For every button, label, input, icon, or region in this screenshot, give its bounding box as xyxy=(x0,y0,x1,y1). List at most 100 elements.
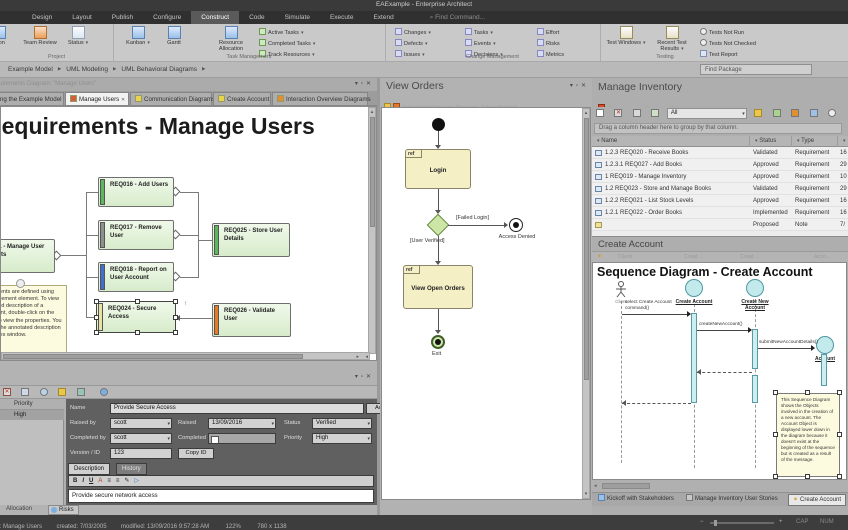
checkbox[interactable] xyxy=(211,436,219,444)
selection-handle[interactable] xyxy=(805,474,810,479)
selection-handle[interactable] xyxy=(135,330,140,335)
initial-node[interactable] xyxy=(432,118,445,131)
column-header-type[interactable]: ▾ Type xyxy=(792,136,838,147)
selection-handle[interactable] xyxy=(94,330,99,335)
actor-icon[interactable] xyxy=(615,281,627,298)
manage-users-diagram-canvas[interactable]: Requirements - Manage Users ↑ REQ01 xyxy=(0,106,377,361)
vertical-scrollbar[interactable]: ▴ ▾ xyxy=(582,108,590,499)
completed-checkbox-field[interactable] xyxy=(208,433,276,444)
completed-by-select[interactable]: scott▾ xyxy=(110,433,172,444)
list-row-high[interactable]: High xyxy=(0,410,64,420)
login-interaction-ref[interactable]: ref Login xyxy=(405,149,471,189)
close-icon[interactable]: ✕ xyxy=(121,97,125,103)
priority-select[interactable]: High▾ xyxy=(312,433,372,444)
table-row[interactable]: 1.2.3 REQ020 - Receive BooksValidatedReq… xyxy=(592,147,848,159)
scrollbar-thumb[interactable] xyxy=(3,354,303,359)
effort-button[interactable]: Effort xyxy=(537,28,559,38)
table-row[interactable]: 1.2.3.1 REQ027 - Add BooksApprovedRequir… xyxy=(592,159,848,171)
ribbon-tab-extend[interactable]: Extend xyxy=(363,11,403,24)
package-icon[interactable] xyxy=(754,109,762,117)
raised-by-select[interactable]: scott▾ xyxy=(110,418,172,429)
list-column-header[interactable]: Priority xyxy=(0,399,64,410)
selection-handle[interactable] xyxy=(94,299,99,304)
flag-icon[interactable] xyxy=(791,109,799,117)
ribbon-tab-layout[interactable]: Layout xyxy=(62,11,102,24)
create-account-object[interactable] xyxy=(685,279,703,297)
globe-icon[interactable] xyxy=(40,388,48,396)
ribbon-tab-execute[interactable]: Execute xyxy=(320,11,364,24)
exit-final-node[interactable] xyxy=(431,335,445,349)
scrollbar-thumb[interactable] xyxy=(602,483,650,489)
selection-handle[interactable] xyxy=(773,390,778,395)
selection-handle[interactable] xyxy=(805,390,810,395)
search-icon[interactable] xyxy=(828,109,836,117)
tasks-button[interactable]: Tasks▾ xyxy=(465,28,493,38)
bullet-list-icon[interactable]: ≡ xyxy=(107,478,111,484)
close-icon[interactable]: ✕ xyxy=(366,374,374,380)
tests-not-checked-button[interactable]: Tests Not Checked xyxy=(700,39,756,49)
requirement-req026[interactable]: REQ026 - Validate User xyxy=(212,303,291,337)
breadcrumb-item[interactable]: Example Model xyxy=(8,66,53,73)
pen-icon[interactable]: ✎ xyxy=(124,478,129,484)
tab-interaction-overview-diagrams[interactable]: Interaction Overview Diagrams xyxy=(272,92,368,106)
access-denied-final-node[interactable] xyxy=(509,218,523,232)
column-header-name[interactable]: ▾ Name xyxy=(592,136,750,147)
sequence-note[interactable]: This Sequence Diagram shows the Objects … xyxy=(776,393,840,477)
ribbon-tab-code[interactable]: Code xyxy=(239,11,275,24)
font-color-icon[interactable]: A xyxy=(98,478,102,484)
copy-id-button[interactable]: Copy ID xyxy=(178,448,214,459)
completed-tasks-button[interactable]: Completed Tasks▾ xyxy=(259,39,315,49)
help-icon[interactable] xyxy=(100,388,108,396)
selection-handle[interactable] xyxy=(773,474,778,479)
tab-using-the-example-model[interactable]: Using the Example Model xyxy=(0,92,64,106)
defects-button[interactable]: Defects▾ xyxy=(395,39,427,49)
selection-handle[interactable] xyxy=(135,299,140,304)
events-button[interactable]: Events▾ xyxy=(465,39,496,49)
table-row[interactable]: 1.2.2 REQ021 - List Stock LevelsApproved… xyxy=(592,195,848,207)
scroll-left-icon[interactable]: ◂ xyxy=(365,354,368,360)
selection-handle[interactable] xyxy=(173,315,178,320)
horizontal-scrollbar[interactable]: ▸ ◂ xyxy=(1,352,370,360)
ribbon-tab-publish[interactable]: Publish xyxy=(102,11,143,24)
kanban-button[interactable]: Kanban▾ xyxy=(121,26,155,46)
zoom-out-icon[interactable]: − xyxy=(700,515,704,530)
changes-button[interactable]: Changes▾ xyxy=(395,28,431,38)
selection-handle[interactable] xyxy=(773,432,778,437)
table-row[interactable]: 1.2.1 REQ022 - Order BooksImplementedReq… xyxy=(592,207,848,219)
gantt-button[interactable]: Gantt xyxy=(159,26,189,46)
sort-icon[interactable] xyxy=(21,388,29,396)
tests-not-run-button[interactable]: Tests Not Run xyxy=(700,28,744,38)
team-review-button[interactable]: Team Review xyxy=(20,26,60,46)
column-header-m[interactable]: ▾ M xyxy=(838,136,848,147)
numbered-list-icon[interactable]: ≡ xyxy=(116,478,120,484)
save-icon[interactable] xyxy=(77,388,85,396)
recent-test-results-button[interactable]: Recent Test Results▾ xyxy=(650,26,694,52)
panel-window-buttons[interactable]: ▾▫✕ xyxy=(570,82,589,89)
status-button[interactable]: Status▾ xyxy=(62,26,94,46)
ribbon-tab-construct[interactable]: Construct xyxy=(191,11,239,24)
scroll-up-icon[interactable]: ▴ xyxy=(369,109,375,115)
selection-handle[interactable] xyxy=(837,432,842,437)
zoom-in-icon[interactable]: + xyxy=(779,515,783,530)
selection-handle[interactable] xyxy=(173,299,178,304)
tab-kickoff-with-stakeholders[interactable]: Kickoff with Stakeholders xyxy=(594,494,678,506)
test-windows-button[interactable]: Test Windows▾ xyxy=(606,26,646,46)
tab-description[interactable]: Description xyxy=(68,463,110,475)
breadcrumb-item[interactable]: UML Behavioral Diagrams xyxy=(121,66,197,73)
dock-window-buttons[interactable]: ▾▫✕ xyxy=(355,373,374,380)
requirement-req025[interactable]: REQ025 - Store User Details xyxy=(212,223,290,257)
underline-icon[interactable]: U xyxy=(89,478,93,484)
tab-manage-users[interactable]: Manage Users ✕ xyxy=(65,92,129,106)
view-open-orders-interaction-ref[interactable]: ref View Open Orders xyxy=(403,265,473,309)
tab-history[interactable]: History xyxy=(116,463,147,475)
filter-select[interactable]: All▾ xyxy=(667,108,747,119)
close-icon[interactable]: ✕ xyxy=(366,81,374,87)
find-command-input[interactable]: ⌕ Find Command... xyxy=(430,11,485,24)
bold-icon[interactable]: B xyxy=(73,478,77,484)
new-item-icon[interactable] xyxy=(596,109,604,117)
tab-allocation[interactable]: Allocation xyxy=(6,506,32,512)
selection-handle[interactable] xyxy=(837,390,842,395)
tab-manage-inventory-user-stories[interactable]: Manage Inventory User Stories xyxy=(682,494,782,506)
panel-window-buttons[interactable]: ▾▫✕ xyxy=(355,80,374,87)
status-select[interactable]: Verified▾ xyxy=(312,418,372,429)
